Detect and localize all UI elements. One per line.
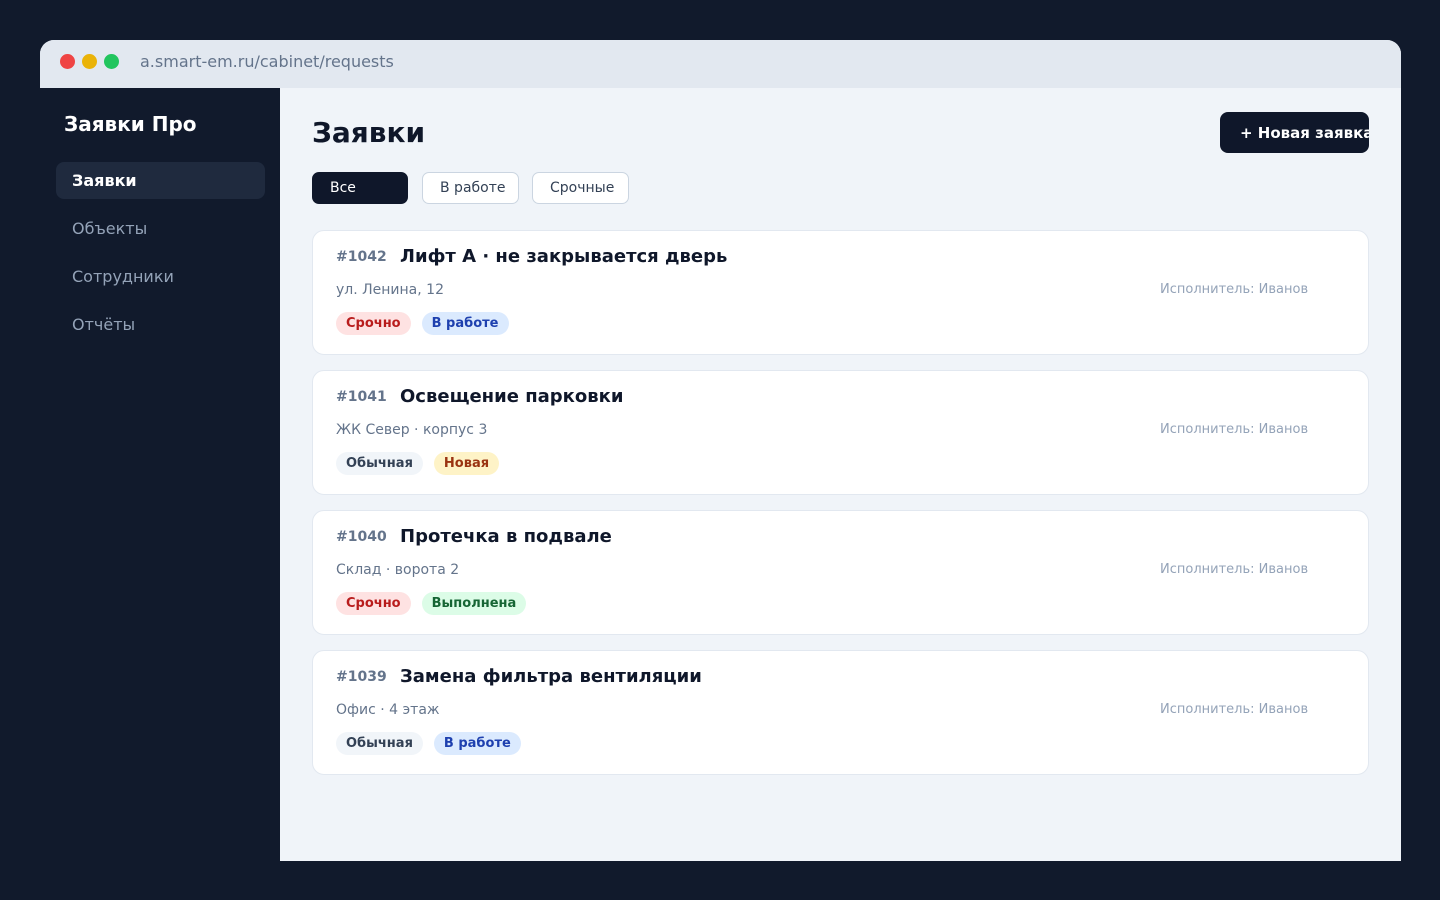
request-address: ЖК Север · корпус 3 (336, 422, 488, 438)
request-badges: Обычная Новая (336, 452, 500, 475)
request-assignee: Исполнитель: Иванов (1160, 562, 1309, 577)
request-title: Освещение парковки (400, 386, 624, 407)
request-card[interactable]: #1040 Протечка в подвале Склад · ворота … (312, 510, 1369, 635)
sidebar-item-requests[interactable]: Заявки (56, 162, 265, 199)
close-window-button[interactable] (60, 54, 75, 69)
address-bar[interactable]: a.smart-em.ru/cabinet/requests (140, 52, 394, 72)
sidebar-item-employees[interactable]: Сотрудники (56, 258, 265, 295)
new-request-button[interactable]: + Новая заявка (1220, 112, 1369, 153)
request-badges: Срочно В работе (336, 312, 509, 335)
request-address: Склад · ворота 2 (336, 562, 460, 578)
sidebar: Заявки Про Заявки Объекты Сотрудники Отч… (40, 88, 280, 861)
request-id: #1039 (336, 669, 387, 685)
sidebar-item-objects[interactable]: Объекты (56, 210, 265, 247)
filter-urgent[interactable]: Срочные (532, 172, 629, 204)
priority-badge: Срочно (336, 592, 411, 615)
request-title: Замена фильтра вентиляции (400, 666, 702, 687)
status-badge: Новая (433, 452, 500, 475)
sidebar-item-reports[interactable]: Отчёты (56, 306, 265, 343)
request-badges: Срочно Выполнена (336, 592, 527, 615)
minimize-window-button[interactable] (82, 54, 97, 69)
browser-window: a.smart-em.ru/cabinet/requests Заявки Пр… (40, 40, 1401, 861)
page-title: Заявки (312, 116, 426, 149)
request-title: Лифт А · не закрывается дверь (400, 246, 728, 267)
request-address: Офис · 4 этаж (336, 702, 440, 718)
status-badge: В работе (421, 312, 509, 335)
status-badge: В работе (433, 732, 521, 755)
request-assignee: Исполнитель: Иванов (1160, 702, 1309, 717)
request-assignee: Исполнитель: Иванов (1160, 422, 1309, 437)
app-logo-text: Заявки Про (64, 112, 197, 136)
title-bar: a.smart-em.ru/cabinet/requests (40, 40, 1401, 88)
filter-all[interactable]: Все (312, 172, 408, 204)
main-content: Заявки + Новая заявка Все В работе Срочн… (280, 88, 1401, 861)
request-title: Протечка в подвале (400, 526, 612, 547)
request-badges: Обычная В работе (336, 732, 521, 755)
priority-badge: Обычная (336, 732, 423, 755)
request-id: #1040 (336, 529, 387, 545)
priority-badge: Срочно (336, 312, 411, 335)
request-address: ул. Ленина, 12 (336, 282, 444, 298)
request-card[interactable]: #1039 Замена фильтра вентиляции Офис · 4… (312, 650, 1369, 775)
status-badge: Выполнена (421, 592, 527, 615)
filter-in-work[interactable]: В работе (422, 172, 519, 204)
request-id: #1041 (336, 389, 387, 405)
priority-badge: Обычная (336, 452, 423, 475)
request-assignee: Исполнитель: Иванов (1160, 282, 1309, 297)
request-id: #1042 (336, 249, 387, 265)
request-card[interactable]: #1041 Освещение парковки ЖК Север · корп… (312, 370, 1369, 495)
request-card[interactable]: #1042 Лифт А · не закрывается дверь ул. … (312, 230, 1369, 355)
maximize-window-button[interactable] (104, 54, 119, 69)
